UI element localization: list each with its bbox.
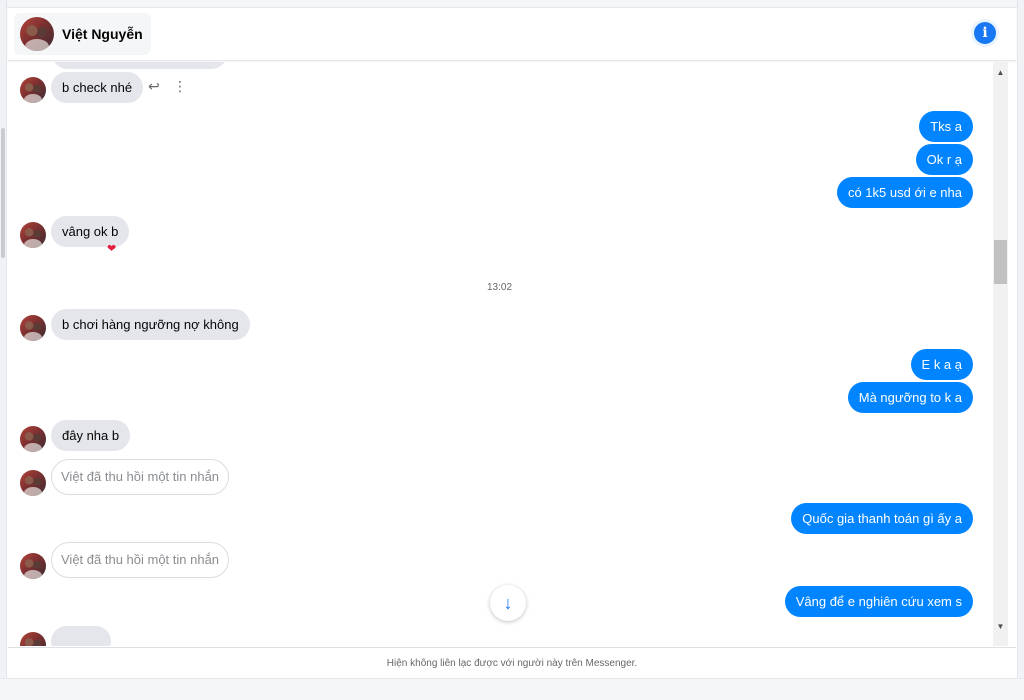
avatar[interactable]	[20, 222, 46, 248]
message-incoming[interactable]: vâng ok b	[51, 216, 130, 247]
notice-text: Hiện không liên lạc được với người này t…	[386, 657, 638, 669]
avatar[interactable]	[20, 470, 46, 496]
contact-profile-link[interactable]: Việt Nguyễn	[14, 13, 151, 55]
left-panel-scrollbar[interactable]	[1, 128, 5, 258]
message-incoming[interactable]: b check nhé	[51, 72, 144, 103]
reply-icon[interactable]: ↩	[148, 78, 160, 95]
window-bottom-edge	[0, 678, 1024, 700]
message-outgoing[interactable]: Ok r ạ	[915, 144, 973, 175]
message-outgoing[interactable]: E k a ạ	[910, 349, 973, 380]
heart-reaction-icon[interactable]: ❤	[107, 242, 116, 255]
recalled-message: Việt đã thu hồi một tin nhắn	[51, 459, 230, 495]
partial-message-bubble	[51, 626, 111, 646]
info-icon[interactable]: i	[974, 22, 996, 44]
message-incoming[interactable]: b chơi hàng ngưỡng nợ không	[51, 309, 250, 340]
avatar[interactable]	[20, 17, 54, 51]
scroll-up-arrow-icon[interactable]: ▲	[993, 64, 1008, 80]
partial-message-bubble	[52, 62, 227, 69]
recalled-message: Việt đã thu hồi một tin nhắn	[51, 542, 230, 578]
message-outgoing[interactable]: Vâng để e nghiên cứu xem s	[784, 586, 973, 617]
avatar[interactable]	[20, 632, 46, 646]
timestamp: 13:02	[487, 282, 513, 293]
avatar[interactable]	[20, 315, 46, 341]
vertical-scrollbar[interactable]: ▲ ▼	[993, 62, 1008, 646]
contact-name[interactable]: Việt Nguyễn	[62, 26, 143, 42]
scroll-to-bottom-button[interactable]: ↓	[490, 585, 526, 621]
scrollbar-thumb[interactable]	[994, 240, 1007, 284]
messenger-window: Việt Nguyễn i b check nhé ↩ ⋮ Tks a Ok r…	[0, 0, 1024, 700]
message-outgoing[interactable]: Tks a	[919, 111, 973, 142]
message-outgoing[interactable]: có 1k5 usd ới e nha	[836, 177, 973, 208]
scroll-down-arrow-icon[interactable]: ▼	[993, 618, 1008, 634]
avatar[interactable]	[20, 77, 46, 103]
unavailable-notice: Hiện không liên lạc được với người này t…	[8, 647, 1016, 678]
arrow-down-icon: ↓	[503, 592, 513, 613]
message-outgoing[interactable]: Quốc gia thanh toán gì ấy a	[791, 503, 973, 534]
right-panel-edge	[1017, 0, 1024, 700]
window-top-edge	[0, 0, 1024, 8]
more-options-icon[interactable]: ⋮	[173, 78, 187, 95]
avatar[interactable]	[20, 553, 46, 579]
message-thread[interactable]: b check nhé ↩ ⋮ Tks a Ok r ạ có 1k5 usd …	[8, 62, 993, 646]
message-outgoing[interactable]: Mà ngưỡng to k a	[847, 382, 973, 413]
conversation-header: Việt Nguyễn i	[8, 8, 1016, 61]
message-incoming[interactable]: đây nha b	[51, 420, 131, 451]
left-panel-edge	[0, 0, 7, 700]
avatar[interactable]	[20, 426, 46, 452]
